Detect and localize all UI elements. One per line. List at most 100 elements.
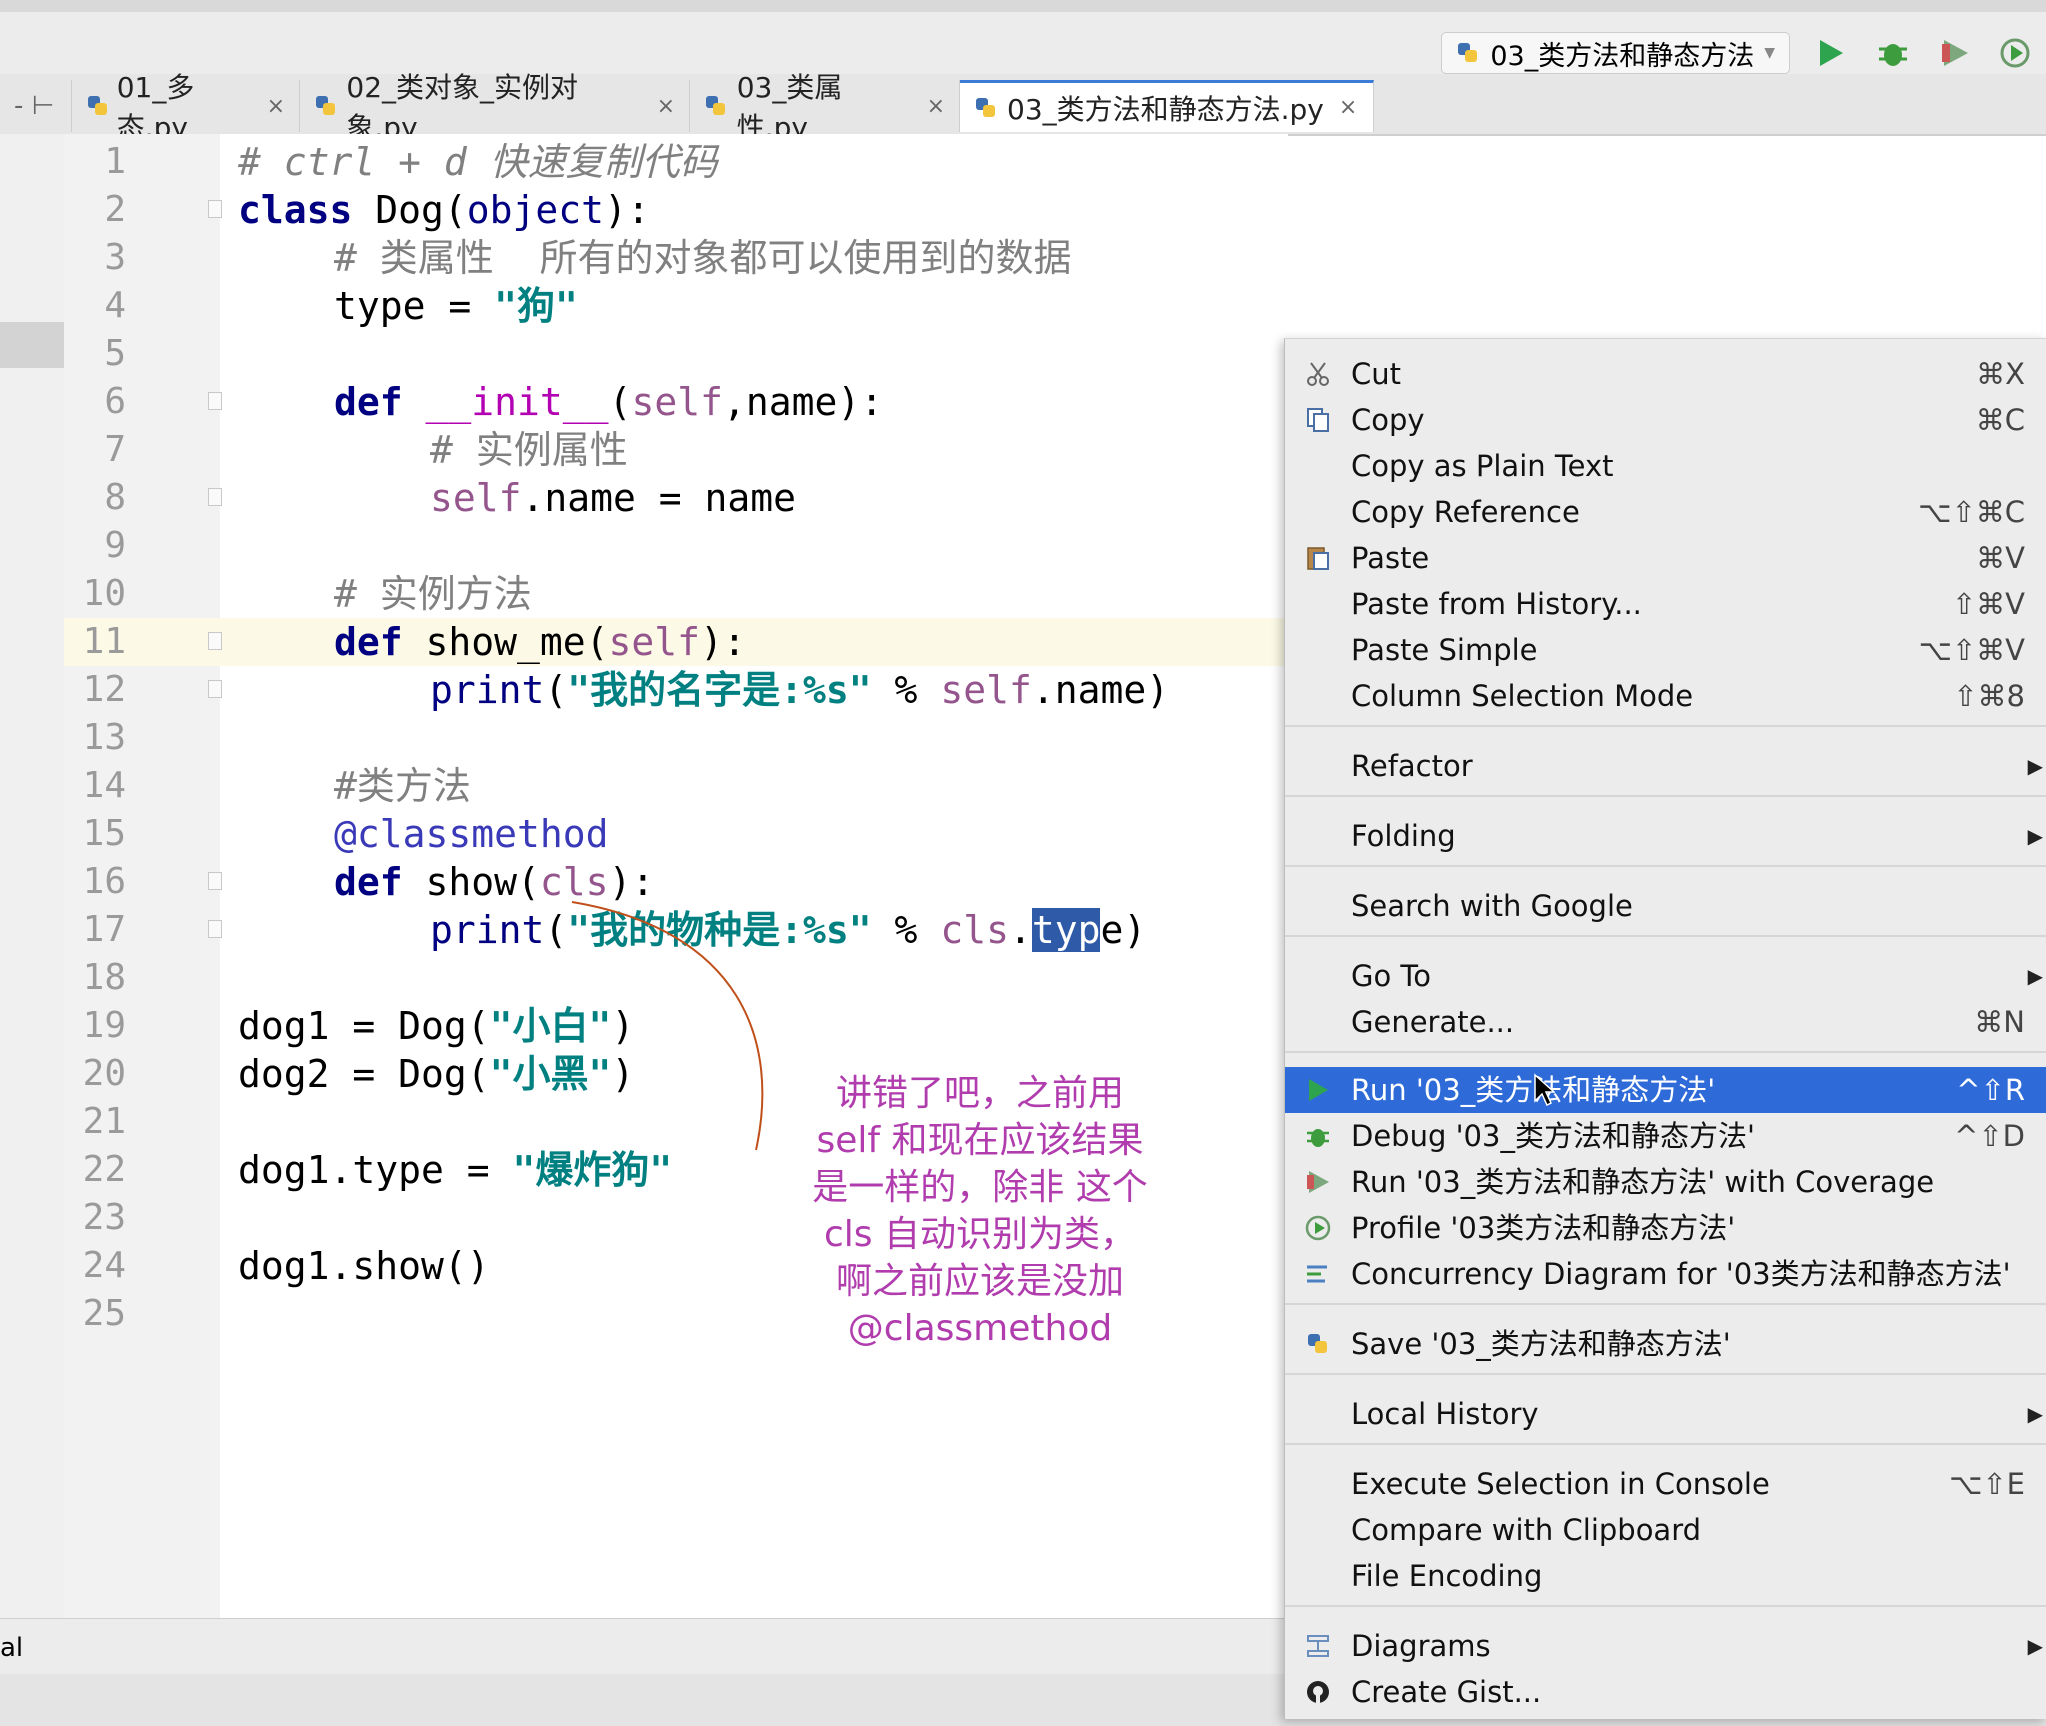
- chevron-down-icon: ▼: [1764, 45, 1775, 61]
- line-number: 4: [104, 285, 126, 326]
- menu-item-go-to[interactable]: Go To ▶: [1285, 953, 2046, 999]
- tab-01-polymorphism[interactable]: 01_多态.py ×: [72, 71, 300, 144]
- tab-03-class-static-methods[interactable]: 03_类方法和静态方法.py ×: [960, 80, 1374, 132]
- menu-item-label: Cut: [1351, 357, 1401, 391]
- menu-item-search-with-google[interactable]: Search with Google: [1285, 883, 2046, 929]
- menu-item-copy[interactable]: Copy ⌘C: [1285, 397, 2046, 443]
- menu-item-copy-plain-text[interactable]: Copy as Plain Text: [1285, 443, 2046, 489]
- close-icon[interactable]: ×: [267, 94, 285, 119]
- run-configuration-select[interactable]: 03_类方法和静态方法 ▼: [1441, 32, 1790, 74]
- menu-item-label: Run '03_类方法和静态方法' with Coverage: [1351, 1165, 1935, 1199]
- code-token: %: [871, 668, 941, 712]
- collapse-icon[interactable]: - ⊢: [0, 80, 72, 132]
- line-number: 7: [104, 429, 126, 470]
- tab-03-class-attributes[interactable]: 03_类属性.py ×: [690, 71, 960, 144]
- menu-item-run-with-coverage[interactable]: Run '03_类方法和静态方法' with Coverage: [1285, 1159, 2046, 1205]
- profile-icon: [1303, 1213, 1333, 1243]
- menu-item-refactor[interactable]: Refactor ▶: [1285, 743, 2046, 789]
- fold-marker-icon[interactable]: [208, 920, 222, 938]
- fold-marker-icon[interactable]: [208, 632, 222, 650]
- fold-marker-icon[interactable]: [208, 392, 222, 410]
- line-number: 3: [104, 237, 126, 278]
- line-number: 23: [82, 1197, 126, 1238]
- menu-item-compare-with-clipboard[interactable]: Compare with Clipboard: [1285, 1507, 2046, 1553]
- copy-icon: [1303, 405, 1333, 435]
- code-text: self.name = name: [430, 474, 796, 522]
- line-number: 1: [104, 141, 126, 182]
- submenu-arrow-icon: ▶: [2027, 964, 2043, 988]
- menu-item-save[interactable]: Save '03_类方法和静态方法': [1285, 1321, 2046, 1367]
- cls-token: cls: [539, 860, 609, 904]
- menu-item-run[interactable]: Run '03_类方法和静态方法' ^⇧R: [1285, 1067, 2046, 1113]
- menu-item-file-encoding[interactable]: File Encoding: [1285, 1553, 2046, 1599]
- string-literal: "我的物种是:%s": [567, 908, 872, 952]
- profile-icon[interactable]: [1998, 36, 2032, 70]
- line-number: 12: [82, 669, 126, 710]
- shortcut-label: ^⇧D: [1954, 1119, 2025, 1153]
- menu-item-diagrams[interactable]: Diagrams ▶: [1285, 1623, 2046, 1669]
- python-file-icon: [1456, 41, 1480, 65]
- annotation-line: @classmethod: [847, 1308, 1113, 1349]
- menu-separator: [1285, 865, 2046, 867]
- fold-marker-icon[interactable]: [208, 680, 222, 698]
- code-text: dog2 = Dog("小黑"): [238, 1050, 634, 1098]
- menu-item-label: Save '03_类方法和静态方法': [1351, 1327, 1731, 1361]
- annotation-line: self 和现在应该结果: [816, 1120, 1144, 1161]
- code-text: def show_me(self):: [334, 618, 746, 666]
- builtin-token: print: [430, 668, 545, 712]
- decorator: @classmethod: [334, 812, 609, 856]
- menu-item-copy-reference[interactable]: Copy Reference ⌥⇧⌘C: [1285, 489, 2046, 535]
- run-icon: [1303, 1075, 1333, 1105]
- tab-02-class-object[interactable]: 02_类对象_实例对象.py ×: [300, 71, 690, 144]
- submenu-arrow-icon: ▶: [2027, 824, 2043, 848]
- menu-item-label: Go To: [1351, 959, 1431, 993]
- code-token: ): [611, 1004, 635, 1048]
- close-icon[interactable]: ×: [1339, 95, 1357, 120]
- menu-item-label: Generate...: [1351, 1005, 1515, 1039]
- menu-item-column-selection-mode[interactable]: Column Selection Mode ⇧⌘8: [1285, 673, 2046, 719]
- code-token: (: [544, 908, 568, 952]
- menu-item-label: File Encoding: [1351, 1559, 1543, 1593]
- fold-marker-icon[interactable]: [208, 488, 222, 506]
- menu-item-create-gist[interactable]: Create Gist...: [1285, 1669, 2046, 1715]
- code-text: print("我的名字是:%s" % self.name): [430, 666, 1169, 714]
- line-number: 21: [82, 1101, 126, 1142]
- menu-item-paste-from-history[interactable]: Paste from History... ⇧⌘V: [1285, 581, 2046, 627]
- menu-item-label: Debug '03_类方法和静态方法': [1351, 1119, 1755, 1153]
- menu-item-paste[interactable]: Paste ⌘V: [1285, 535, 2046, 581]
- close-icon[interactable]: ×: [927, 94, 945, 119]
- string-literal: "狗": [494, 284, 578, 328]
- menu-item-profile[interactable]: Profile '03类方法和静态方法': [1285, 1205, 2046, 1251]
- debug-icon[interactable]: [1876, 36, 1910, 70]
- submenu-arrow-icon: ▶: [2027, 1634, 2043, 1658]
- annotation-line: 啊之前应该是没加: [835, 1261, 1124, 1302]
- menu-item-debug[interactable]: Debug '03_类方法和静态方法' ^⇧D: [1285, 1113, 2046, 1159]
- menu-item-generate[interactable]: Generate... ⌘N: [1285, 999, 2046, 1045]
- menu-item-folding[interactable]: Folding ▶: [1285, 813, 2046, 859]
- menu-separator: [1285, 725, 2046, 727]
- code-text: print("我的物种是:%s" % cls.type): [430, 906, 1146, 954]
- menu-item-label: Execute Selection in Console: [1351, 1467, 1770, 1501]
- editor-tab-bar: - ⊢ 01_多态.py × 02_类对象_实例对象.py × 03_类属性.p…: [0, 71, 2046, 144]
- menu-item-local-history[interactable]: Local History ▶: [1285, 1391, 2046, 1437]
- string-literal: "我的名字是:%s": [567, 668, 872, 712]
- line-number: 6: [104, 381, 126, 422]
- text-selection[interactable]: typ: [1031, 908, 1101, 952]
- close-icon[interactable]: ×: [657, 94, 675, 119]
- menu-item-execute-selection-in-console[interactable]: Execute Selection in Console ⌥⇧E: [1285, 1461, 2046, 1507]
- code-token: dog2 = Dog(: [238, 1052, 490, 1096]
- menu-item-concurrency-diagram[interactable]: Concurrency Diagram for '03类方法和静态方法': [1285, 1251, 2046, 1297]
- run-icon[interactable]: [1814, 36, 1848, 70]
- builtin-token: print: [430, 908, 545, 952]
- code-line: 4 type = "狗": [0, 282, 2046, 330]
- keyword: def: [334, 380, 403, 424]
- main-toolbar: 03_类方法和静态方法 ▼: [0, 12, 2046, 74]
- fold-marker-icon[interactable]: [208, 872, 222, 890]
- code-comment: # 类属性 所有的对象都可以使用到的数据: [334, 236, 1072, 280]
- coverage-icon[interactable]: [1938, 36, 1972, 70]
- fold-marker-icon[interactable]: [208, 200, 222, 218]
- menu-item-cut[interactable]: Cut ⌘X: [1285, 351, 2046, 397]
- self-token: self: [608, 620, 701, 664]
- menu-item-paste-simple[interactable]: Paste Simple ⌥⇧⌘V: [1285, 627, 2046, 673]
- shortcut-label: ⌘N: [1974, 1005, 2025, 1039]
